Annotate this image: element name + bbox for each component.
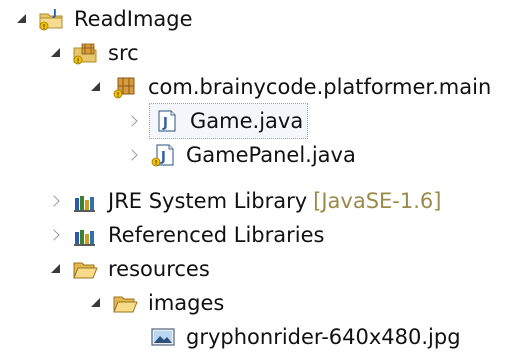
tree-item-label: resources xyxy=(108,257,210,281)
tree-item-src[interactable]: ! src xyxy=(48,36,139,70)
project-explorer-tree: J ! ReadImage ! src ! com.brainycode.pla… xyxy=(0,0,509,357)
expand-toggle-icon[interactable] xyxy=(88,294,106,312)
tree-item-referenced-libraries[interactable]: Referenced Libraries xyxy=(48,218,324,252)
svg-text:!: ! xyxy=(43,23,46,31)
expand-toggle-icon[interactable] xyxy=(48,44,66,62)
tree-item-readimage[interactable]: J ! ReadImage xyxy=(14,2,193,36)
image-file-icon xyxy=(150,324,176,350)
library-icon xyxy=(72,222,98,248)
expand-toggle-icon[interactable] xyxy=(126,112,144,130)
svg-text:J: J xyxy=(52,8,57,19)
svg-text:J: J xyxy=(160,150,166,165)
svg-text:!: ! xyxy=(77,57,80,65)
tree-item-label: images xyxy=(148,291,225,315)
tree-item-label: Referenced Libraries xyxy=(108,223,325,247)
svg-text:!: ! xyxy=(117,91,120,99)
folder-open-icon xyxy=(72,256,98,282)
expand-toggle-icon[interactable] xyxy=(14,10,32,28)
tree-item-images[interactable]: images xyxy=(88,286,224,320)
tree-item-game-java[interactable]: J Game.java xyxy=(126,103,309,139)
svg-text:!: ! xyxy=(155,159,158,167)
tree-item-resources[interactable]: resources xyxy=(48,252,210,286)
library-icon xyxy=(72,188,98,214)
tree-item-label: Game.java xyxy=(190,109,304,133)
expand-toggle-icon[interactable] xyxy=(48,260,66,278)
expand-toggle-icon[interactable] xyxy=(48,226,66,244)
source-folder-icon: ! xyxy=(72,40,98,66)
tree-item-label: GamePanel.java xyxy=(186,143,356,167)
java-file-warning-icon: J ! xyxy=(150,142,176,168)
expand-toggle-icon[interactable] xyxy=(88,78,106,96)
tree-item-gamepanel-java[interactable]: J ! GamePanel.java xyxy=(126,138,356,172)
tree-item-label: com.brainycode.platformer.main xyxy=(148,75,492,99)
java-file-icon: J xyxy=(154,108,180,134)
java-project-icon: J ! xyxy=(38,6,64,32)
expand-toggle-icon[interactable] xyxy=(126,146,144,164)
tree-item-label: gryphonrider-640x480.jpg xyxy=(186,325,461,349)
tree-item-package[interactable]: ! com.brainycode.platformer.main xyxy=(88,70,491,104)
expand-toggle-icon[interactable] xyxy=(48,192,66,210)
package-icon: ! xyxy=(112,74,138,100)
tree-item-jre-system-library[interactable]: JRE System Library [JavaSE-1.6] xyxy=(48,184,441,218)
tree-item-gryphonrider-jpg[interactable]: gryphonrider-640x480.jpg xyxy=(150,320,461,354)
folder-open-icon xyxy=(112,290,138,316)
tree-item-label: src xyxy=(108,41,139,65)
selected-item[interactable]: J Game.java xyxy=(148,103,309,139)
tree-item-label: JRE System Library xyxy=(108,189,308,213)
jre-version-decoration: [JavaSE-1.6] xyxy=(313,189,442,213)
tree-item-label: ReadImage xyxy=(74,7,193,31)
svg-text:J: J xyxy=(162,116,168,131)
